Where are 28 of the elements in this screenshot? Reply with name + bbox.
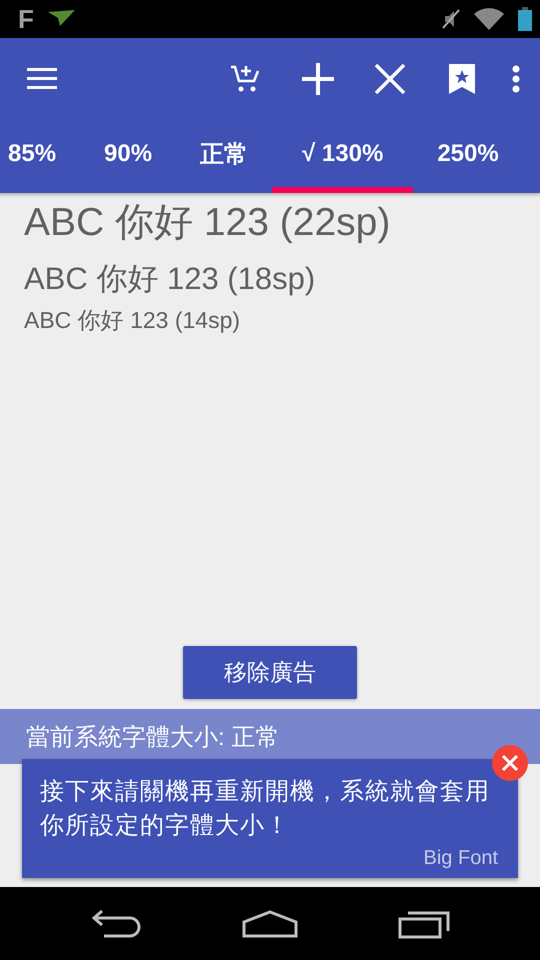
sample-text: ABC 你好 123 (14sp) <box>24 306 242 335</box>
back-icon[interactable] <box>90 910 142 938</box>
paper-plane-icon <box>48 10 76 28</box>
sample-text: ABC 你好 123 (18sp) <box>24 260 316 298</box>
size-tab[interactable]: 85% <box>0 120 80 193</box>
recent-apps-icon[interactable] <box>398 908 450 938</box>
close-icon <box>501 754 519 772</box>
home-icon[interactable] <box>242 910 298 938</box>
size-tab[interactable]: 90% <box>80 120 176 193</box>
battery-icon <box>518 7 532 31</box>
plus-icon <box>302 63 334 95</box>
menu-icon <box>27 68 57 90</box>
wifi-icon <box>474 8 504 30</box>
star-bookmark-icon <box>449 64 475 94</box>
close-icon <box>375 64 405 94</box>
size-tab[interactable]: 250% <box>413 120 523 193</box>
cart-plus-icon <box>231 64 261 94</box>
sample-text: ABC 你好 123 (22sp) <box>24 201 392 245</box>
remove-ads-button[interactable]: 移除廣告 <box>183 646 357 699</box>
more-icon <box>512 65 520 93</box>
current-size-banner: 當前系統字體大小: 正常 <box>0 709 540 764</box>
size-tab[interactable]: √ 130% <box>272 120 414 193</box>
muted-speaker-icon <box>442 8 460 30</box>
close-toast-button[interactable] <box>492 745 528 781</box>
size-tab[interactable]: 正常 <box>176 120 272 193</box>
toast-source: Big Font <box>422 847 498 870</box>
notification-letter: F <box>18 6 34 32</box>
toast-text: 接下來請關機再重新開機，系統就會套用你所設定的字體大小！ <box>40 777 491 841</box>
